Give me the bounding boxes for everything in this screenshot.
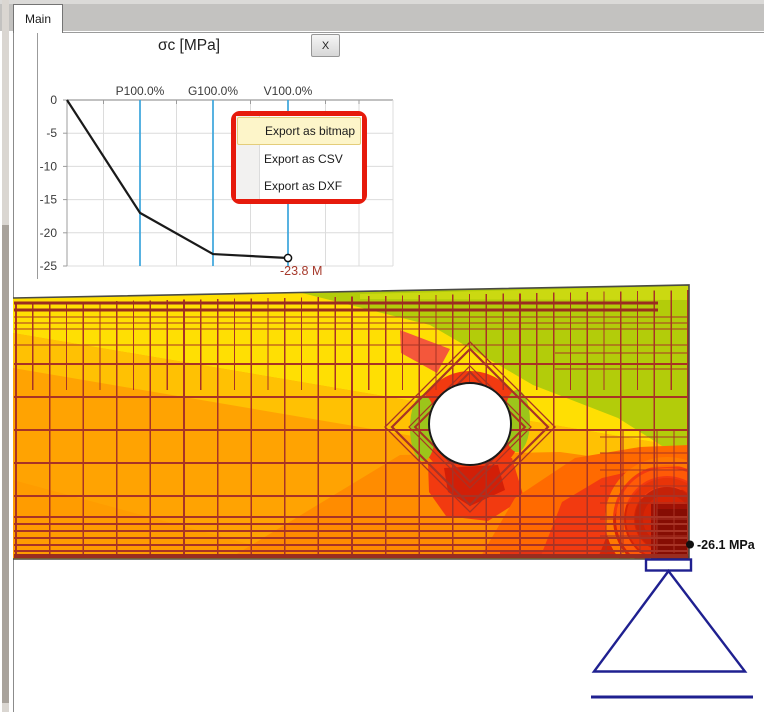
y-tick-label: -10	[40, 159, 58, 173]
menu-item-label: Export as bitmap	[265, 124, 355, 138]
stage-label: V100.0%	[264, 84, 313, 98]
close-button[interactable]: X	[311, 34, 340, 57]
current-point-marker	[284, 254, 291, 261]
menu-item-export-bitmap[interactable]: Export as bitmap	[237, 117, 361, 145]
y-tick-label: -5	[46, 126, 57, 140]
chart-title: σc [MPa]	[39, 37, 339, 55]
stress-min-marker	[686, 541, 694, 549]
tab-main[interactable]: Main	[13, 4, 63, 33]
bearing-plate	[646, 560, 691, 571]
circular-opening	[429, 383, 511, 465]
menu-item-export-csv[interactable]: Export as CSV	[236, 146, 362, 172]
y-tick-label: -20	[40, 226, 58, 240]
annotation-highlight-border: Export as bitmap Export as CSV Export as…	[231, 111, 367, 204]
menu-item-label: Export as CSV	[264, 152, 343, 166]
application-window: Main	[0, 0, 764, 712]
menu-item-label: Export as DXF	[264, 179, 342, 193]
stage-label: G100.0%	[188, 84, 238, 98]
y-tick-label: -25	[40, 259, 58, 273]
support-triangle-icon	[594, 571, 745, 672]
current-value-label: -23.8 M	[280, 264, 322, 278]
stage-label: P100.0%	[116, 84, 165, 98]
y-tick-label: 0	[50, 93, 57, 107]
support-symbol	[591, 560, 753, 698]
y-tick-label: -15	[40, 193, 58, 207]
stress-contour-regions	[13, 283, 725, 577]
stress-min-label: -26.1 MPa	[697, 538, 756, 552]
tab-main-label: Main	[25, 12, 51, 26]
left-scrollbar-thumb[interactable]	[2, 225, 9, 703]
close-button-label: X	[322, 40, 329, 52]
menu-item-export-dxf[interactable]: Export as DXF	[236, 173, 362, 199]
context-menu: Export as bitmap Export as CSV Export as…	[236, 116, 362, 199]
